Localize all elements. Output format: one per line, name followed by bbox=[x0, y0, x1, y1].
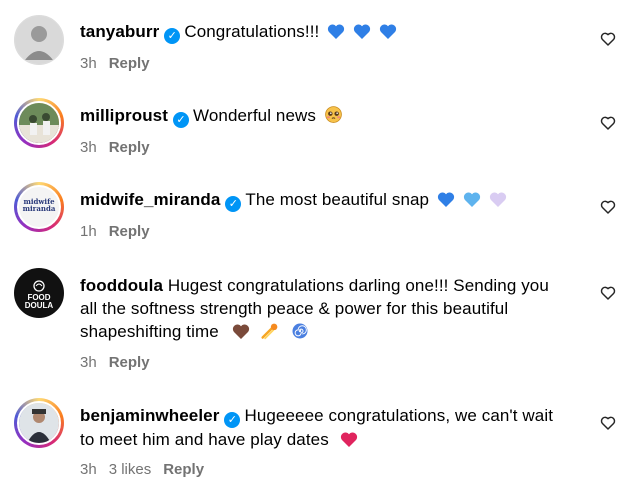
comment-body: midwife_miranda ✓ The most beautiful snap bbox=[80, 188, 580, 212]
username[interactable]: fooddoula bbox=[80, 276, 163, 295]
comment-body: milliproust ✓ Wonderful news bbox=[80, 104, 580, 128]
light-purple-heart-icon bbox=[489, 192, 506, 207]
like-count[interactable]: 3 likes bbox=[109, 461, 152, 478]
verified-badge-icon: ✓ bbox=[164, 28, 181, 44]
timestamp: 3h bbox=[80, 55, 97, 72]
comment-body: benjaminwheeler ✓ Hugeeeee congratulations… bbox=[80, 404, 580, 451]
comment-text: The most beautiful snap bbox=[245, 190, 430, 209]
comet-icon bbox=[261, 323, 278, 340]
timestamp: 3h bbox=[80, 139, 97, 156]
brown-heart-icon bbox=[232, 324, 249, 339]
reply-button[interactable]: Reply bbox=[109, 223, 150, 240]
username[interactable]: midwife_miranda bbox=[80, 190, 220, 209]
username[interactable]: tanyaburr bbox=[80, 22, 159, 41]
reply-button[interactable]: Reply bbox=[163, 461, 204, 478]
reply-button[interactable]: Reply bbox=[109, 55, 150, 72]
verified-badge-icon: ✓ bbox=[225, 196, 242, 212]
comment-meta: 3h Reply bbox=[80, 55, 162, 73]
comment-body: fooddoula Hugest congratulations darling… bbox=[80, 274, 580, 343]
comment-meta: 3h Reply bbox=[80, 139, 162, 157]
username[interactable]: benjaminwheeler bbox=[80, 406, 219, 425]
comment-body: tanyaburr ✓ Congratulations!!! bbox=[80, 20, 580, 44]
avatar-image bbox=[17, 101, 61, 145]
avatar[interactable]: midwife miranda bbox=[14, 182, 64, 232]
comment-text: Wonderful news bbox=[193, 106, 316, 125]
blue-heart-icon bbox=[328, 24, 345, 39]
red-heart-icon bbox=[340, 432, 357, 447]
avatar[interactable] bbox=[14, 398, 64, 448]
comment-text-line: shapeshifting time bbox=[80, 322, 219, 341]
reply-button[interactable]: Reply bbox=[109, 354, 150, 371]
blue-heart-icon bbox=[379, 24, 396, 39]
avatar[interactable]: FOOD DOULA bbox=[14, 268, 64, 318]
like-heart-icon[interactable] bbox=[600, 415, 616, 431]
avatar[interactable] bbox=[14, 15, 64, 65]
comment-text-line: to meet him and have play dates bbox=[80, 430, 329, 449]
avatar-image bbox=[15, 16, 63, 64]
blue-heart-icon bbox=[437, 192, 455, 207]
like-heart-icon[interactable] bbox=[600, 115, 616, 131]
comment-text: Congratulations!!! bbox=[184, 22, 320, 41]
username[interactable]: milliproust bbox=[80, 106, 168, 125]
timestamp: 3h bbox=[80, 354, 97, 371]
like-heart-icon[interactable] bbox=[600, 31, 616, 47]
blue-heart-icon bbox=[353, 24, 371, 39]
reply-button[interactable]: Reply bbox=[109, 139, 150, 156]
avatar-logo-text: miranda bbox=[22, 204, 56, 213]
comment-meta: 1h Reply bbox=[80, 223, 162, 241]
verified-badge-icon: ✓ bbox=[173, 112, 189, 128]
like-heart-icon[interactable] bbox=[600, 285, 616, 301]
avatar-image: midwife miranda bbox=[17, 185, 61, 229]
comment-meta: 3h Reply bbox=[80, 354, 162, 372]
comment-text-line: Hugeeeee congratulations, we can't wait bbox=[244, 406, 554, 425]
light-blue-heart-icon bbox=[463, 192, 480, 207]
comment-meta: 3h 3 likes Reply bbox=[80, 461, 216, 479]
comment-text-line: all the softness strength peace & power … bbox=[80, 299, 509, 318]
pleading-face-icon bbox=[325, 106, 342, 123]
avatar-logo-text: DOULA bbox=[24, 301, 54, 310]
spiral-icon bbox=[292, 323, 308, 339]
timestamp: 1h bbox=[80, 223, 97, 240]
timestamp: 3h bbox=[80, 461, 97, 478]
comment-text-line: Hugest congratulations darling one!!! Se… bbox=[167, 276, 549, 295]
like-heart-icon[interactable] bbox=[600, 199, 616, 215]
avatar[interactable] bbox=[14, 98, 64, 148]
verified-badge-icon: ✓ bbox=[224, 412, 241, 428]
avatar-image bbox=[17, 401, 61, 445]
